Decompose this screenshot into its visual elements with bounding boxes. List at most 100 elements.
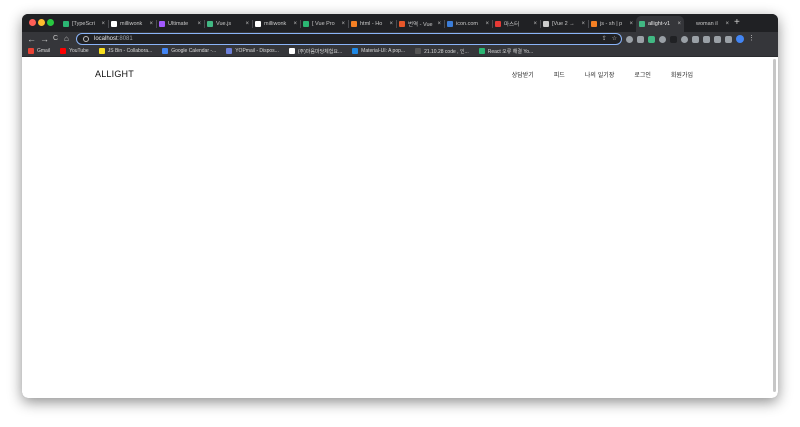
reload-button[interactable]: C bbox=[53, 33, 58, 45]
close-window-button[interactable] bbox=[29, 19, 36, 26]
tab-close-icon[interactable]: × bbox=[245, 21, 249, 27]
bookmark-item[interactable]: 21.10.28 code , 인... bbox=[415, 48, 469, 55]
tab-close-icon[interactable]: × bbox=[533, 21, 537, 27]
tab-close-icon[interactable]: × bbox=[677, 21, 681, 27]
tab-title: Vue.js bbox=[216, 21, 232, 27]
maximize-window-button[interactable] bbox=[47, 19, 54, 26]
url-text[interactable]: localhost:8081 bbox=[94, 36, 133, 42]
tab-close-icon[interactable]: × bbox=[389, 21, 393, 27]
tab-title: [TypeScri bbox=[72, 21, 95, 27]
tab-title: 마스터 bbox=[504, 22, 520, 28]
browser-tab[interactable]: milliwonk × bbox=[108, 16, 156, 32]
bookmark-favicon-icon bbox=[226, 48, 233, 54]
site-nav-link[interactable]: 회원가입 bbox=[671, 70, 693, 79]
tab-close-icon[interactable]: × bbox=[149, 21, 153, 27]
scrollbar[interactable] bbox=[773, 59, 776, 392]
browser-tab[interactable]: [ Vue Pro × bbox=[300, 16, 348, 32]
tab-favicon-icon bbox=[63, 21, 69, 27]
browser-tab[interactable]: Ultimate × bbox=[156, 16, 204, 32]
extension-icon[interactable] bbox=[703, 35, 710, 43]
tab-close-icon[interactable]: × bbox=[437, 21, 441, 27]
extensions-area: ⋮ bbox=[626, 35, 755, 43]
tab-favicon-icon bbox=[399, 21, 405, 27]
browser-tab[interactable]: html - Ho × bbox=[348, 16, 396, 32]
extension-icon[interactable] bbox=[626, 35, 633, 43]
browser-tab[interactable]: 번역 - Vue × bbox=[396, 16, 444, 32]
bookmark-favicon-icon bbox=[415, 48, 422, 54]
tab-favicon-icon bbox=[159, 21, 165, 27]
browser-tab[interactable]: Vue.js × bbox=[204, 16, 252, 32]
bookmark-favicon-icon bbox=[352, 48, 359, 54]
tab-close-icon[interactable]: × bbox=[725, 21, 729, 27]
browser-tab[interactable]: js - sh | p × bbox=[588, 16, 636, 32]
bookmark-label: JS Bin - Collabora... bbox=[107, 48, 153, 54]
browser-tab[interactable]: allight-v1 × bbox=[636, 16, 684, 32]
bookmark-item[interactable]: (주)마음마당체험요... bbox=[288, 48, 343, 55]
bookmark-label: YouTube bbox=[69, 48, 89, 54]
bookmark-label: React 오류 해결 Yo... bbox=[487, 48, 534, 55]
site-nav-link[interactable]: 로그인 bbox=[634, 70, 651, 79]
tab-close-icon[interactable]: × bbox=[197, 21, 201, 27]
bookmark-label: Google Calendar -... bbox=[171, 48, 217, 54]
vue-devtools-icon[interactable] bbox=[648, 35, 655, 43]
tab-title: icon.com bbox=[456, 21, 479, 27]
bookmark-item[interactable]: Google Calendar -... bbox=[162, 48, 216, 54]
browser-tab[interactable]: 마스터 × bbox=[492, 16, 540, 32]
bookmark-item[interactable]: Material-UI: A pop... bbox=[352, 48, 405, 54]
tab-favicon-icon bbox=[639, 21, 645, 27]
bookmark-item[interactable]: JS Bin - Collabora... bbox=[98, 48, 153, 54]
puzzle-icon[interactable] bbox=[692, 35, 699, 43]
tab-close-icon[interactable]: × bbox=[629, 21, 633, 27]
tab-favicon-icon bbox=[495, 21, 501, 27]
tab-close-icon[interactable]: × bbox=[101, 21, 105, 27]
bookmark-item[interactable]: Gmail bbox=[28, 48, 50, 54]
tab-close-icon[interactable]: × bbox=[293, 21, 297, 27]
new-tab-button[interactable]: + bbox=[734, 17, 740, 29]
tab-title: 번역 - Vue bbox=[408, 22, 433, 28]
extension-icon[interactable] bbox=[681, 35, 688, 43]
browser-tab[interactable]: milliwonk × bbox=[252, 16, 300, 32]
side-panel-icon[interactable] bbox=[725, 35, 732, 43]
bookmark-favicon-icon bbox=[98, 48, 105, 54]
site-logo[interactable]: ALLIGHT bbox=[95, 69, 134, 79]
tab-favicon-icon bbox=[351, 21, 357, 27]
bookmark-item[interactable]: React 오류 해결 Yo... bbox=[478, 48, 534, 55]
browser-window: [TypeScri × milliwonk × Ultimate × Vue.js × mil… bbox=[22, 14, 778, 398]
page-viewport: ALLIGHT 상담받기 피드 나의 일기장 로그인 회원가입 bbox=[22, 57, 778, 398]
back-button[interactable]: ← bbox=[27, 33, 36, 45]
tab-list: [TypeScri × milliwonk × Ultimate × Vue.js × mil… bbox=[60, 16, 732, 32]
minimize-window-button[interactable] bbox=[38, 19, 45, 26]
site-info-icon[interactable] bbox=[83, 36, 89, 42]
tab-close-icon[interactable]: × bbox=[581, 21, 585, 27]
browser-tab[interactable]: icon.com × bbox=[444, 16, 492, 32]
site-nav-link[interactable]: 피드 bbox=[554, 70, 565, 79]
bookmark-label: (주)마음마당체험요... bbox=[297, 48, 343, 55]
bookmark-item[interactable]: YouTube bbox=[60, 48, 89, 54]
browser-tab[interactable]: [TypeScri × bbox=[60, 16, 108, 32]
browser-menu-icon[interactable]: ⋮ bbox=[748, 35, 755, 43]
browser-tab[interactable]: [Vue 2 → × bbox=[540, 16, 588, 32]
site-nav-link[interactable]: 상담받기 bbox=[512, 70, 534, 79]
bookmark-favicon-icon bbox=[28, 48, 34, 54]
tab-close-icon[interactable]: × bbox=[485, 21, 489, 27]
tab-title: milliwonk bbox=[264, 21, 287, 27]
tab-title: [ Vue Pro bbox=[312, 21, 335, 27]
browser-tab[interactable]: woman il × bbox=[684, 16, 732, 32]
bookmark-favicon-icon bbox=[162, 48, 169, 54]
browser-toolbar: ← → C ⌂ localhost:8081 ⇪ ☆ ⋮ bbox=[22, 32, 778, 46]
forward-button[interactable]: → bbox=[40, 33, 49, 45]
bookmarks-bar: Gmail YouTube JS Bin - Collabora... Google … bbox=[22, 46, 778, 57]
bookmark-star-icon[interactable]: ☆ bbox=[612, 35, 617, 42]
reading-list-icon[interactable] bbox=[714, 35, 721, 43]
extension-icon[interactable] bbox=[659, 35, 666, 43]
extension-icon[interactable] bbox=[637, 35, 644, 43]
home-button[interactable]: ⌂ bbox=[64, 33, 69, 45]
bookmark-label: Material-UI: A pop... bbox=[361, 48, 406, 54]
site-nav-link[interactable]: 나의 일기장 bbox=[585, 70, 615, 79]
bookmark-item[interactable]: YOPmail - Dispos... bbox=[226, 48, 279, 54]
address-bar[interactable]: localhost:8081 ⇪ ☆ bbox=[76, 33, 622, 45]
profile-avatar[interactable] bbox=[736, 35, 744, 43]
tab-close-icon[interactable]: × bbox=[341, 21, 345, 27]
bookmark-favicon-icon bbox=[60, 48, 67, 54]
share-icon[interactable]: ⇪ bbox=[602, 35, 607, 42]
